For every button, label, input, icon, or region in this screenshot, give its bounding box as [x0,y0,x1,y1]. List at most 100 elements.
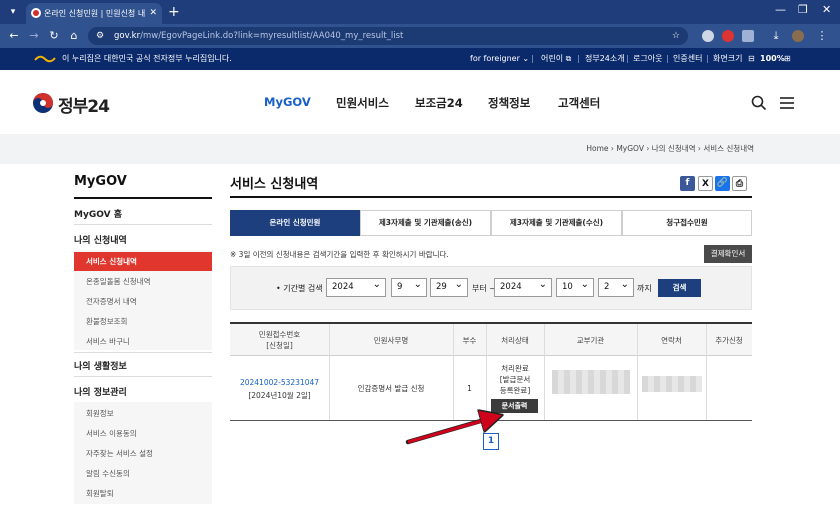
zoom-out-button[interactable]: ⊟ [748,48,755,70]
issuing-agency-redacted [552,370,630,394]
tab-claim-applications[interactable]: 청구접수민원 [622,210,752,236]
sidebar-subitem-notification-consent[interactable]: 알림 수신동의 [74,464,212,483]
period-search-label: • 기간별 검색 [276,284,323,293]
sidebar-item-my-applications[interactable]: 나의 신청내역 [74,233,127,246]
breadcrumb-strip: Home › MyGOV › 나의 신청내역 › 서비스 신청내역 [0,134,840,164]
sidebar-subitem-withdraw[interactable]: 회원탈퇴 [74,484,212,503]
url-path: /mw/EgovPageLink.do?link=myresultlist/AA… [140,31,404,41]
col-additional-request: 추가신청 [715,335,743,345]
from-day-select[interactable]: 29 [430,276,468,297]
copy-count: 1 [467,384,472,393]
address-bar[interactable]: ⚙ gov.kr/mw/EgovPageLink.do?link=myresul… [88,27,688,45]
extensions-puzzle-icon[interactable] [742,30,754,42]
to-year-select[interactable]: 2024 [494,276,552,297]
extension-icon[interactable] [702,30,714,42]
tab-third-party-sent[interactable]: 제3자제출 및 기관제출(송신) [360,210,491,236]
link-copy-icon[interactable]: 🔗 [715,176,730,191]
application-date: [2024년10월 2일] [248,391,311,400]
taegeuk-emblem-icon [34,55,56,63]
payment-confirmation-button[interactable]: 결제확인서 [704,245,752,263]
sidebar-item-mygov-home[interactable]: MyGOV 홈 [74,207,122,220]
maximize-icon[interactable]: ❐ [798,3,808,16]
nav-policy-info[interactable]: 정책정보 [488,95,530,111]
from-year-select[interactable]: 2024 [326,276,386,297]
breadcrumb-current: 서비스 신청내역 [703,144,754,153]
processing-status: 처리완료 [발급문서 등록완료] [499,364,531,395]
browser-tab[interactable]: 온라인 신청민원 | 민원신청 내 ✕ [26,3,162,24]
to-day-select[interactable]: 2 [598,276,634,297]
menu-kebab-icon[interactable]: ⋮ [814,28,830,44]
back-icon[interactable]: ← [6,28,22,44]
gov24-logo-icon[interactable] [32,92,54,114]
cert-center-link[interactable]: 인증센터 [673,48,702,70]
from-suffix: 부터 ~ [472,284,496,293]
close-window-icon[interactable]: ✕ [822,3,831,16]
breadcrumb: Home › MyGOV › 나의 신청내역 › 서비스 신청내역 [586,144,754,153]
sidebar-subitem-service-applications[interactable]: 서비스 신청내역 [74,252,212,271]
service-name: 인감증명서 발급 신청 [357,384,425,393]
zoom-in-button[interactable]: ⊞ [784,48,791,70]
profile-avatar[interactable] [792,30,804,42]
favicon-icon [31,8,41,18]
x-share-icon[interactable]: X [698,176,713,191]
search-button[interactable]: 검색 [658,279,701,297]
reload-icon[interactable]: ↻ [46,28,62,44]
url-host: gov.kr [114,31,141,41]
sidebar-subitem-member-info[interactable]: 회원정보 [74,404,212,423]
nav-subsidy24[interactable]: 보조금24 [415,95,463,111]
gov-official-banner: 이 누리집은 대한민국 공식 전자정부 누리집입니다. for foreigne… [0,48,840,70]
sidebar-title: MyGOV [74,174,127,189]
sidebar-subitem-favorite-services[interactable]: 자주찾는 서비스 설정 [74,444,212,463]
sidebar-item-info-management[interactable]: 나의 정보관리 [74,385,127,398]
browser-toolbar: ← → ↻ ⌂ ⚙ gov.kr/mw/EgovPageLink.do?link… [0,24,840,48]
sidebar-subitem-service-basket[interactable]: 서비스 바구니 [74,332,212,351]
sidebar-subitem-e-certificates[interactable]: 전자증명서 내역 [74,292,212,311]
tab-online-applications[interactable]: 온라인 신청민원 [230,210,360,236]
site-header: 정부24 MyGOV 민원서비스 보조금24 정책정보 고객센터 [0,70,840,134]
logout-link[interactable]: 로그아웃 [633,48,662,70]
site-logo-text[interactable]: 정부24 [58,92,110,117]
extension-icon[interactable] [722,30,734,42]
col-contact: 연락처 [661,335,682,345]
sidebar-subitem-service-consent[interactable]: 서비스 이용동의 [74,424,212,443]
nav-customer-center[interactable]: 고객센터 [558,95,600,111]
sidebar-subitem-refund-info[interactable]: 환불정보조회 [74,312,212,331]
annotation-arrow-icon [405,404,510,445]
to-month-select[interactable]: 10 [556,276,594,297]
home-icon[interactable]: ⌂ [66,28,82,44]
period-notice: ※ 3일 이전의 신청내용은 검색기간을 입력한 후 확인하시기 바랍니다. [230,250,449,259]
receipt-number-link[interactable]: 20241002-53231047 [230,377,329,388]
nav-mygov[interactable]: MyGOV [264,95,311,109]
browser-tabbar: ▾ 온라인 신청민원 | 민원신청 내 ✕ + — ❐ ✕ [0,0,840,24]
sidebar-subitem-allday-care[interactable]: 온종일돌봄 신청내역 [74,272,212,291]
for-foreigner-link[interactable]: for foreigner ⌄ [470,48,529,70]
col-issuing-agency: 교부기관 [576,335,605,345]
search-icon[interactable] [750,94,768,112]
site-info-icon[interactable]: ⚙ [96,27,104,45]
breadcrumb-mygov[interactable]: MyGOV [616,144,644,153]
page-title: 서비스 신청내역 [230,177,319,192]
bookmark-star-icon[interactable]: ☆ [672,27,680,45]
from-month-select[interactable]: 9 [391,276,427,297]
print-page-icon[interactable]: ⎙ [732,176,747,191]
screen-size-label: 화면크기 [713,54,743,63]
col-receipt-number: 민원접수번호 [신청일] [258,330,301,350]
banner-message: 이 누리집은 대한민국 공식 전자정부 누리집입니다. [62,54,232,63]
breadcrumb-my-applications[interactable]: 나의 신청내역 [652,144,696,153]
kids-link[interactable]: 어린이 ⧉ [541,48,571,70]
about-link[interactable]: 정부24소개 [585,48,625,70]
col-status: 처리상태 [501,335,529,345]
tab-third-party-received[interactable]: 제3자제출 및 기관제출(수신) [491,210,622,236]
nav-civil-service[interactable]: 민원서비스 [336,95,389,111]
contact-redacted [642,376,702,392]
download-icon[interactable]: ⤓ [768,28,784,44]
breadcrumb-home[interactable]: Home [586,144,608,153]
facebook-share-icon[interactable]: f [680,176,695,191]
forward-icon[interactable]: → [26,28,42,44]
tab-close-icon[interactable]: ✕ [149,3,157,24]
tab-search-icon[interactable]: ▾ [6,5,20,19]
new-tab-icon[interactable]: + [168,3,180,21]
sidebar-item-life-info[interactable]: 나의 생활정보 [74,359,127,372]
hamburger-menu-icon[interactable] [778,94,796,112]
minimize-icon[interactable]: — [775,3,786,16]
